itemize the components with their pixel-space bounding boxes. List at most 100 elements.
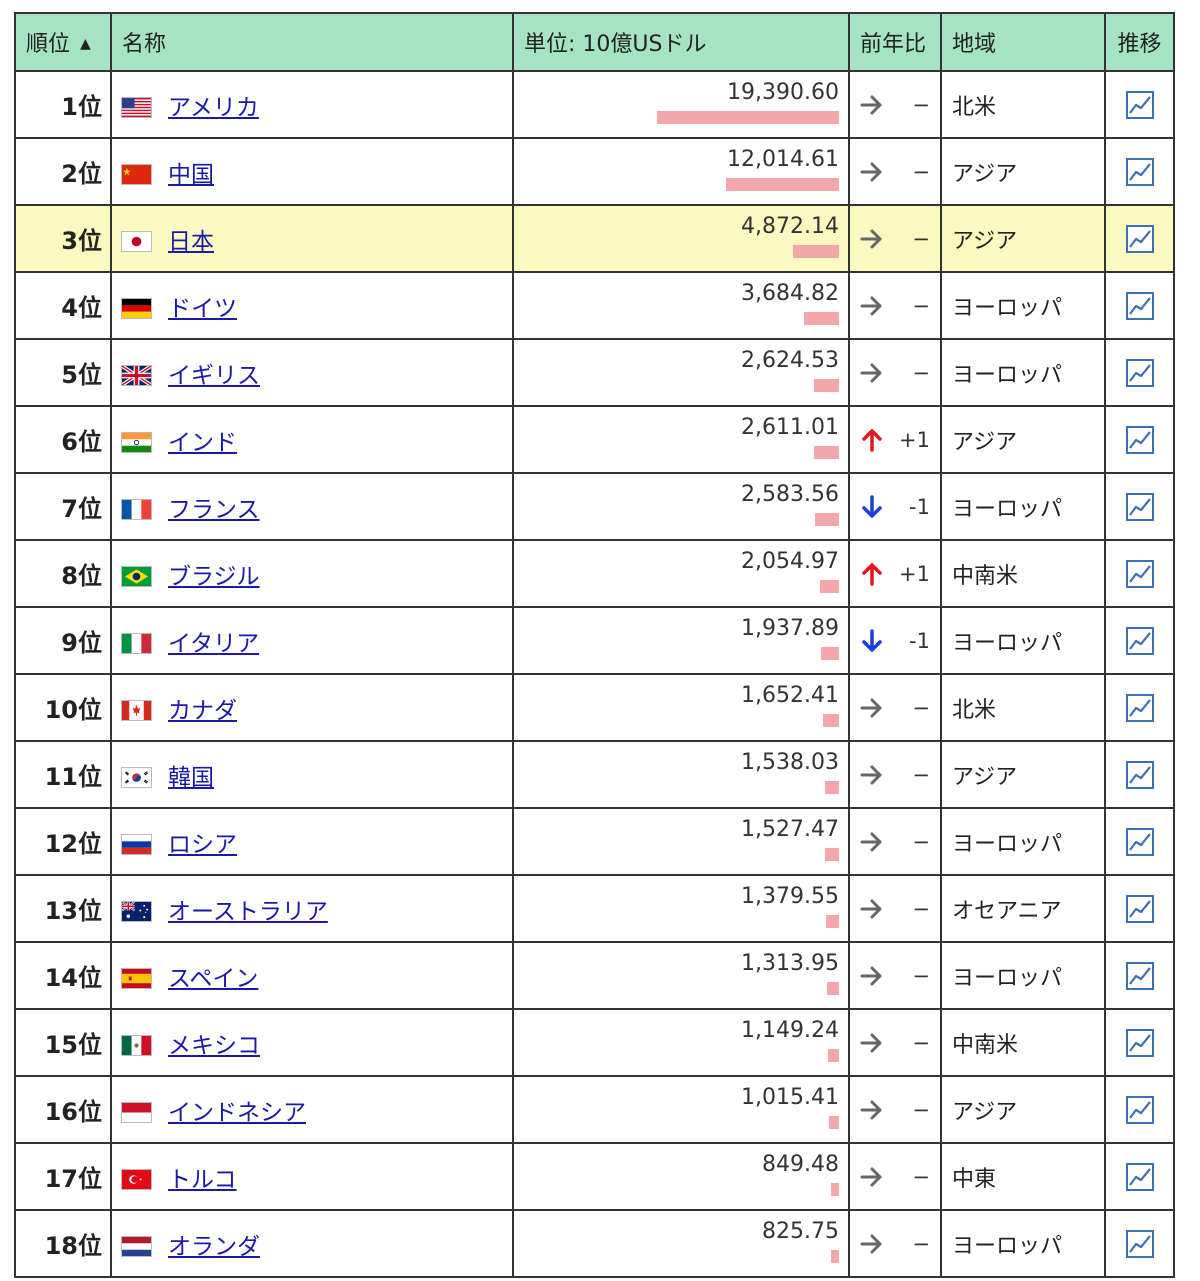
country-link[interactable]: トルコ <box>168 1167 237 1193</box>
value-cell: 825.75 <box>512 1209 850 1278</box>
change-cell: − <box>848 874 942 943</box>
country-link[interactable]: オーストラリア <box>168 899 328 925</box>
value-cell: 12,014.61 <box>512 137 850 206</box>
arrow-right-icon <box>858 694 886 722</box>
region-label: ヨーロッパ <box>952 496 1063 522</box>
header-region[interactable]: 地域 <box>940 12 1106 72</box>
region-cell: ヨーロッパ <box>940 271 1106 340</box>
rank-label: 12位 <box>44 830 102 858</box>
value-cell: 1,652.41 <box>512 673 850 742</box>
arrow-right-icon <box>858 1029 886 1057</box>
value-cell: 1,015.41 <box>512 1075 850 1144</box>
trend-cell <box>1104 539 1175 608</box>
trend-chart-icon[interactable] <box>1125 1028 1155 1058</box>
rank-cell: 16位 <box>14 1075 112 1144</box>
trend-chart-icon[interactable] <box>1125 291 1155 321</box>
trend-chart-icon[interactable] <box>1125 626 1155 656</box>
rank-label: 15位 <box>44 1031 102 1059</box>
trend-chart-icon[interactable] <box>1125 224 1155 254</box>
rank-label: 1位 <box>61 93 102 121</box>
value-bar <box>827 982 839 995</box>
arrow-right-icon <box>858 895 886 923</box>
value-bar <box>828 1049 839 1062</box>
arrow-right-icon <box>858 1230 886 1258</box>
country-link[interactable]: オランダ <box>168 1234 260 1260</box>
trend-chart-icon[interactable] <box>1125 559 1155 589</box>
value-number: 2,624.53 <box>741 348 839 373</box>
trend-chart-icon[interactable] <box>1125 157 1155 187</box>
change-value: − <box>912 1164 930 1189</box>
country-link[interactable]: メキシコ <box>168 1033 260 1059</box>
country-link[interactable]: アメリカ <box>168 95 259 121</box>
header-change[interactable]: 前年比 <box>848 12 942 72</box>
name-cell: メキシコ <box>110 1008 514 1077</box>
country-link[interactable]: ブラジル <box>168 564 260 590</box>
value-cell: 1,149.24 <box>512 1008 850 1077</box>
trend-chart-icon[interactable] <box>1125 90 1155 120</box>
region-label: アジア <box>952 429 1018 455</box>
header-trend: 推移 <box>1104 12 1175 72</box>
country-link[interactable]: 中国 <box>168 162 214 188</box>
region-label: ヨーロッパ <box>952 1233 1063 1259</box>
flag-jp-icon <box>121 230 152 252</box>
value-number: 1,652.41 <box>741 683 839 708</box>
region-label: 北米 <box>952 94 997 120</box>
trend-chart-icon[interactable] <box>1125 358 1155 388</box>
trend-chart-icon[interactable] <box>1125 760 1155 790</box>
arrow-right-icon <box>858 761 886 789</box>
trend-chart-icon[interactable] <box>1125 1095 1155 1125</box>
trend-chart-icon[interactable] <box>1125 425 1155 455</box>
sort-ascending-icon[interactable]: ▲ <box>80 36 91 52</box>
trend-cell <box>1104 1075 1175 1144</box>
trend-chart-icon[interactable] <box>1125 1229 1155 1259</box>
rank-label: 9位 <box>61 629 102 657</box>
region-cell: 中南米 <box>940 1008 1106 1077</box>
table-row: 18位 オランダ 825.75 − ヨーロッパ <box>14 1209 1175 1278</box>
value-cell: 3,684.82 <box>512 271 850 340</box>
flag-nl-icon <box>121 1235 152 1257</box>
trend-chart-icon[interactable] <box>1125 827 1155 857</box>
country-link[interactable]: ロシア <box>168 832 237 858</box>
country-link[interactable]: カナダ <box>168 698 237 724</box>
country-link[interactable]: イギリス <box>168 363 260 389</box>
trend-cell <box>1104 405 1175 474</box>
arrow-right-icon <box>858 225 886 253</box>
trend-chart-icon[interactable] <box>1125 1162 1155 1192</box>
flag-ru-icon <box>121 833 152 855</box>
change-value: -1 <box>909 628 930 653</box>
header-rank[interactable]: 順位 ▲ <box>14 12 112 72</box>
change-value: +1 <box>899 427 930 452</box>
trend-chart-icon[interactable] <box>1125 492 1155 522</box>
country-link[interactable]: 韓国 <box>168 765 214 791</box>
value-bar <box>820 580 839 593</box>
table-row: 7位 フランス 2,583.56 -1 ヨーロッパ <box>14 472 1175 541</box>
region-cell: 中南米 <box>940 539 1106 608</box>
trend-chart-icon[interactable] <box>1125 894 1155 924</box>
trend-chart-icon[interactable] <box>1125 693 1155 723</box>
rank-cell: 5位 <box>14 338 112 407</box>
header-value[interactable]: 単位: 10億USドル <box>512 12 850 72</box>
rank-cell: 18位 <box>14 1209 112 1278</box>
value-cell: 1,538.03 <box>512 740 850 809</box>
header-change-label: 前年比 <box>860 32 927 57</box>
value-cell: 1,937.89 <box>512 606 850 675</box>
country-link[interactable]: フランス <box>168 497 260 523</box>
value-number: 1,149.24 <box>741 1018 839 1043</box>
country-link[interactable]: インド <box>168 430 237 456</box>
trend-chart-icon[interactable] <box>1125 961 1155 991</box>
table-row: 13位 オーストラリア 1,379.55 − オセアニア <box>14 874 1175 943</box>
name-cell: 韓国 <box>110 740 514 809</box>
change-cell: − <box>848 1008 942 1077</box>
country-link[interactable]: イタリア <box>168 631 259 657</box>
flag-it-icon <box>121 632 152 654</box>
header-name[interactable]: 名称 <box>110 12 514 72</box>
value-cell: 2,624.53 <box>512 338 850 407</box>
country-link[interactable]: ドイツ <box>168 296 237 322</box>
change-value: -1 <box>909 494 930 519</box>
region-cell: 北米 <box>940 673 1106 742</box>
rank-cell: 7位 <box>14 472 112 541</box>
flag-tr-icon <box>121 1168 152 1190</box>
country-link[interactable]: インドネシア <box>168 1100 306 1126</box>
country-link[interactable]: 日本 <box>168 229 214 255</box>
country-link[interactable]: スペイン <box>168 966 258 992</box>
